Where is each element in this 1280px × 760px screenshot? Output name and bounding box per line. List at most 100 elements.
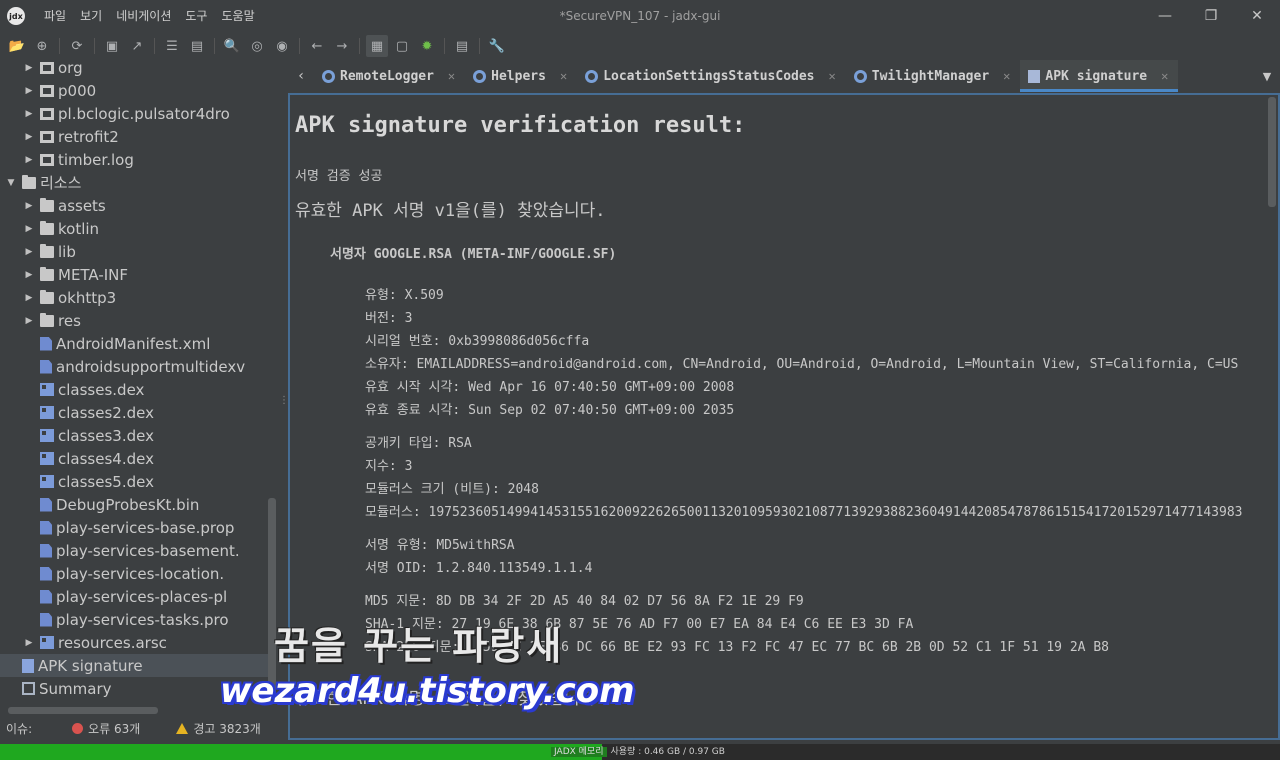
flatten-icon[interactable]: ☰ [161,35,183,57]
tab-label: APK signature [1045,68,1148,84]
tab-apk-signature[interactable]: APK signature ✕ [1020,60,1179,92]
dex-file-icon [40,636,54,649]
content-vertical-scrollbar[interactable] [1268,97,1276,207]
expand-arrow-right-icon[interactable]: ▶ [24,201,34,211]
tree-item[interactable]: ▶ okhttp3 [0,286,268,309]
package-icon [40,61,54,74]
add-files-icon[interactable]: ⊕ [31,35,53,57]
expand-arrow-right-icon[interactable]: ▶ [24,224,34,234]
tree-item[interactable]: ▶ res [0,309,268,332]
forward-icon[interactable]: → [331,35,353,57]
menu-file[interactable]: 파일 [37,0,73,32]
settings-icon[interactable]: 🔧 [486,35,508,57]
close-button[interactable]: ✕ [1234,0,1280,32]
tree-item[interactable]: ▶ META-INF [0,263,268,286]
cert-version: 버전: 3 [365,311,413,326]
menu-view[interactable]: 보기 [73,0,109,32]
tab-close-icon[interactable]: ✕ [560,69,567,83]
search-icon[interactable]: 🔍 [221,35,243,57]
tree-item[interactable]: androidsupportmultidexv [0,355,268,378]
signature-panel[interactable]: APK signature verification result: 서명 검증… [288,93,1280,740]
memory-text: JADX 메모리 사용량 : 0.46 GB / 0.97 GB [0,744,1280,760]
open-icon[interactable]: 📂 [6,35,28,57]
expand-arrow-right-icon[interactable]: ▶ [24,638,34,648]
panel-splitter[interactable]: ⋮ [279,60,289,740]
expand-arrow-right-icon[interactable]: ▶ [24,63,34,73]
tree-hscroll-thumb[interactable] [8,707,158,714]
tree-item[interactable]: ▶ p000 [0,79,268,102]
tree-item[interactable]: ▶ pl.bclogic.pulsator4dro [0,102,268,125]
sync-icon[interactable]: ⟳ [66,35,88,57]
tree-horizontal-scrollbar[interactable] [0,707,280,715]
expand-arrow-right-icon[interactable]: ▶ [24,86,34,96]
tree-item[interactable]: ▶ retrofit2 [0,125,268,148]
tree-item[interactable]: ▶ kotlin [0,217,268,240]
tab-overflow-chevron-down-icon[interactable]: ▼ [1254,70,1280,83]
log-icon[interactable]: ▤ [451,35,473,57]
back-icon[interactable]: ← [306,35,328,57]
tree-item[interactable]: APK signature [0,654,268,677]
error-count[interactable]: 오류 63개 [88,720,140,737]
expand-arrow-right-icon[interactable]: ▶ [24,155,34,165]
expand-arrow-right-icon[interactable]: ▶ [24,109,34,119]
debug-icon[interactable]: ✹ [416,35,438,57]
expand-arrow-right-icon[interactable]: ▶ [24,247,34,257]
expand-arrow-right-icon[interactable]: ▶ [24,316,34,326]
tab-close-icon[interactable]: ✕ [448,69,455,83]
class-icon [853,69,867,83]
tree-item-label: play-services-tasks.pro [56,610,229,629]
tab-close-icon[interactable]: ✕ [1161,69,1168,83]
tree-item[interactable]: play-services-places-pl [0,585,268,608]
toolbar-separator [214,38,215,54]
quark-icon[interactable]: ▢ [391,35,413,57]
tree-item[interactable]: play-services-base.prop [0,516,268,539]
find-usage-icon[interactable]: ◉ [271,35,293,57]
tree-item[interactable]: Summary [0,677,268,700]
tab-close-icon[interactable]: ✕ [1003,69,1010,83]
tab-location-settings-status-codes[interactable]: LocationSettingsStatusCodes ✕ [577,60,846,92]
tree-item-label: lib [58,242,76,261]
tree-item[interactable]: classes4.dex [0,447,268,470]
tree-item[interactable]: ▼ 리소스 [0,171,268,194]
tab-remote-logger[interactable]: RemoteLogger ✕ [314,60,465,92]
menu-tools[interactable]: 도구 [178,0,214,32]
export-icon[interactable]: ↗ [126,35,148,57]
tree-item[interactable]: classes2.dex [0,401,268,424]
tree-item[interactable]: ▶ assets [0,194,268,217]
tree-item[interactable]: ▶ org [0,60,268,79]
tree-item[interactable]: play-services-location. [0,562,268,585]
minimize-button[interactable]: — [1142,0,1188,32]
expand-arrow-right-icon[interactable]: ▶ [24,132,34,142]
file-icon [40,566,52,581]
tree-item[interactable]: classes5.dex [0,470,268,493]
save-icon[interactable]: ▣ [101,35,123,57]
expand-arrow-right-icon[interactable]: ▶ [24,293,34,303]
tab-close-icon[interactable]: ✕ [829,69,836,83]
file-icon [40,543,52,558]
project-tree[interactable]: ▶ org ▶ p000 ▶ pl.bclogic.pulsator4dro ▶ retrof… [0,60,280,700]
tree-vertical-scrollbar[interactable] [268,498,276,698]
tab-twilight-manager[interactable]: TwilightManager ✕ [846,60,1021,92]
tree-item[interactable]: classes.dex [0,378,268,401]
tab-scroll-left-icon[interactable]: ‹ [288,68,314,84]
summary-icon [22,682,35,695]
maximize-button[interactable]: ❐ [1188,0,1234,32]
tree-item[interactable]: play-services-tasks.pro [0,608,268,631]
folder-icon [40,220,54,235]
expand-arrow-right-icon[interactable]: ▶ [24,270,34,280]
warning-count[interactable]: 경고 3823개 [193,720,260,737]
tree-item[interactable]: play-services-basement. [0,539,268,562]
tree-item[interactable]: AndroidManifest.xml [0,332,268,355]
tree-item[interactable]: ▶ lib [0,240,268,263]
menu-navigation[interactable]: 네비게이션 [109,0,178,32]
tree-item[interactable]: classes3.dex [0,424,268,447]
tab-helpers[interactable]: Helpers ✕ [465,60,577,92]
tree-item[interactable]: DebugProbesKt.bin [0,493,268,516]
tree-item[interactable]: ▶ timber.log [0,148,268,171]
expand-arrow-down-icon[interactable]: ▼ [6,178,16,188]
find-class-icon[interactable]: ◎ [246,35,268,57]
tree-icon[interactable]: ▤ [186,35,208,57]
tree-item[interactable]: ▶ resources.arsc [0,631,268,654]
menu-help[interactable]: 도움말 [214,0,261,32]
deobfuscate-icon[interactable]: ▦ [366,35,388,57]
